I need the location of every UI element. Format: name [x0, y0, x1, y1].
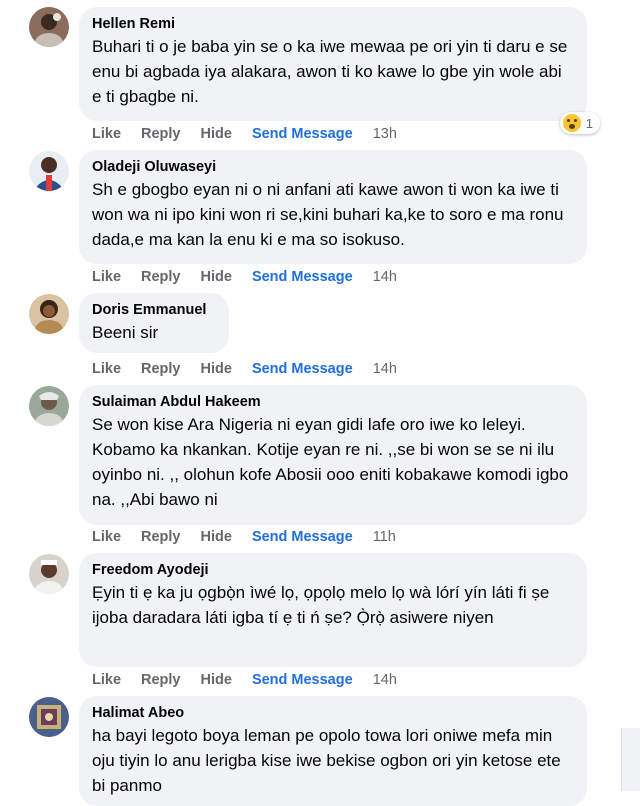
send-message-button[interactable]: Send Message — [252, 361, 353, 377]
send-message-button[interactable]: Send Message — [252, 529, 353, 545]
reply-button[interactable]: Reply — [141, 126, 181, 142]
comment-actions: Like Reply Hide Send Message 13h — [92, 124, 417, 144]
timestamp[interactable]: 14h — [373, 672, 397, 688]
comment-bubble: Freedom Ayodeji Ẹyin ti ẹ ka ju ọgbọ̀n ì… — [79, 553, 587, 667]
comment-author[interactable]: Freedom Ayodeji — [92, 561, 574, 579]
comment-bubble: Halimat Abeo ha bayi legoto boya leman p… — [79, 696, 587, 806]
timestamp[interactable]: 14h — [373, 269, 397, 285]
comment-author[interactable]: Halimat Abeo — [92, 704, 574, 722]
timestamp[interactable]: 11h — [373, 529, 396, 545]
comment-actions: Like Reply Hide Send Message 14h — [92, 267, 417, 287]
avatar[interactable] — [29, 697, 69, 737]
like-button[interactable]: Like — [92, 361, 121, 377]
hide-button[interactable]: Hide — [201, 529, 232, 545]
comment-author[interactable]: Doris Emmanuel — [92, 301, 216, 319]
comment-author[interactable]: Sulaiman Abdul Hakeem — [92, 393, 574, 411]
hide-button[interactable]: Hide — [201, 269, 232, 285]
send-message-button[interactable]: Send Message — [252, 269, 353, 285]
reaction-badge[interactable]: 1 — [559, 112, 600, 134]
reply-button[interactable]: Reply — [141, 361, 181, 377]
like-button[interactable]: Like — [92, 529, 121, 545]
comment-text: Buhari ti o je baba yin se o ka iwe mewa… — [92, 37, 568, 106]
comment-text: Se won kise Ara Nigeria ni eyan gidi laf… — [92, 415, 569, 509]
reply-button[interactable]: Reply — [141, 672, 181, 688]
like-button[interactable]: Like — [92, 672, 121, 688]
hide-button[interactable]: Hide — [201, 672, 232, 688]
send-message-button[interactable]: Send Message — [252, 126, 353, 142]
send-message-button[interactable]: Send Message — [252, 672, 353, 688]
comment-bubble: Doris Emmanuel Beeni sir — [79, 293, 229, 353]
comment-text: ha bayi legoto boya leman pe opolo towa … — [92, 726, 561, 795]
comment-bubble: Hellen Remi Buhari ti o je baba yin se o… — [79, 7, 587, 121]
like-button[interactable]: Like — [92, 269, 121, 285]
timestamp[interactable]: 14h — [373, 361, 397, 377]
hide-button[interactable]: Hide — [201, 361, 232, 377]
comment-actions: Like Reply Hide Send Message 14h — [92, 670, 417, 690]
haha-emoji-icon — [562, 114, 581, 132]
avatar[interactable] — [29, 151, 69, 191]
timestamp[interactable]: 13h — [373, 126, 397, 142]
comment-author[interactable]: Hellen Remi — [92, 15, 574, 33]
scroll-edge[interactable] — [621, 728, 640, 791]
reply-button[interactable]: Reply — [141, 269, 181, 285]
avatar[interactable] — [29, 386, 69, 426]
avatar[interactable] — [29, 7, 69, 47]
avatar[interactable] — [29, 554, 69, 594]
comment-author[interactable]: Oladeji Oluwaseyi — [92, 158, 574, 176]
comment-actions: Like Reply Hide Send Message 11h — [92, 527, 416, 547]
comment-bubble: Sulaiman Abdul Hakeem Se won kise Ara Ni… — [79, 385, 587, 525]
comment-bubble: Oladeji Oluwaseyi Sh e gbogbo eyan ni o … — [79, 150, 587, 264]
comment-text: Beeni sir — [92, 323, 159, 342]
hide-button[interactable]: Hide — [201, 126, 232, 142]
reaction-count: 1 — [585, 115, 593, 131]
comment-text: Sh e gbogbo eyan ni o ni anfani ati kawe… — [92, 180, 564, 249]
comment-actions: Like Reply Hide Send Message 14h — [92, 359, 417, 379]
reply-button[interactable]: Reply — [141, 529, 181, 545]
like-button[interactable]: Like — [92, 126, 121, 142]
comment-text: Ẹyin ti ẹ ka ju ọgbọ̀n ìwé lọ, ọpọlọ mel… — [92, 583, 550, 627]
avatar[interactable] — [29, 294, 69, 334]
